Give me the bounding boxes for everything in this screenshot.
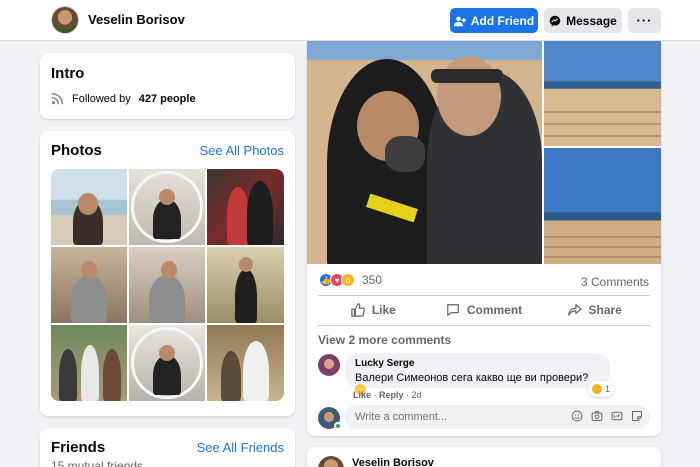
next-post-author-avatar[interactable] xyxy=(318,456,344,467)
add-person-icon xyxy=(453,16,466,26)
mutual-friends-count[interactable]: 15 mutual friends xyxy=(51,459,143,467)
comments-count[interactable]: 3 Comments xyxy=(581,275,649,289)
message-label: Message xyxy=(566,13,617,28)
more-icon: ··· xyxy=(636,13,653,28)
commenter-name[interactable]: Lucky Serge xyxy=(355,358,600,369)
comment-age: 2d xyxy=(411,390,422,400)
message-button[interactable]: Message xyxy=(544,8,622,33)
reaction-count: 350 xyxy=(362,273,383,287)
followed-by-prefix: Followed by xyxy=(72,92,131,105)
photos-card: Photos See All Photos xyxy=(40,131,295,416)
sticker-icon[interactable] xyxy=(631,410,643,422)
post-photo-selfie[interactable] xyxy=(307,41,542,264)
comment-reaction-pill[interactable]: 1 xyxy=(588,381,615,397)
see-all-friends-link[interactable]: See All Friends xyxy=(197,440,284,455)
comment-text: Валери Симеонов сега какво ще ви провери… xyxy=(355,372,589,384)
thumbs-up-icon xyxy=(351,303,365,317)
messenger-icon xyxy=(549,15,561,26)
intro-card: Intro Followed by 427 people xyxy=(40,53,295,119)
rss-icon xyxy=(51,92,64,105)
share-button[interactable]: Share xyxy=(539,297,650,323)
divider xyxy=(318,325,650,326)
comment-icon xyxy=(446,304,459,316)
followed-by-row: Followed by 427 people xyxy=(51,92,196,105)
photo-thumbnail[interactable] xyxy=(129,169,205,245)
post-photo-beach-2[interactable] xyxy=(544,148,661,264)
post-card: 👍 ♥ o 350 3 Comments Like Comment Share … xyxy=(307,41,661,436)
next-post-card: Veselin Borisov xyxy=(307,447,661,467)
see-all-photos-link[interactable]: See All Photos xyxy=(199,143,284,158)
view-more-comments-link[interactable]: View 2 more comments xyxy=(318,333,451,347)
photo-thumbnail[interactable] xyxy=(129,247,205,323)
like-button[interactable]: Like xyxy=(318,297,429,323)
comment-label: Comment xyxy=(466,303,523,317)
photo-thumbnail[interactable] xyxy=(207,247,284,323)
comment-button[interactable]: Comment xyxy=(429,297,540,323)
post-actions: Like Comment Share xyxy=(318,297,650,323)
intro-title: Intro xyxy=(51,65,85,82)
photos-title: Photos xyxy=(51,142,102,159)
followed-by-count[interactable]: 427 people xyxy=(139,93,196,105)
post-photo-beach-1[interactable] xyxy=(544,41,661,146)
profile-header-bar: Veselin Borisov Add Friend Message ··· xyxy=(0,0,700,41)
wow-reaction-icon xyxy=(592,384,602,394)
reaction-summary[interactable]: 👍 ♥ o 350 xyxy=(319,273,382,287)
photo-thumbnail[interactable] xyxy=(207,325,284,401)
photo-thumbnail[interactable] xyxy=(51,247,127,323)
like-label: Like xyxy=(371,303,396,317)
photo-thumbnail[interactable] xyxy=(51,169,127,245)
comment-bubble: Lucky Serge Валери Симеонов сега какво щ… xyxy=(345,353,610,395)
comment-like-link[interactable]: Like xyxy=(353,390,371,400)
camera-icon[interactable] xyxy=(591,410,603,422)
photo-grid xyxy=(51,169,284,401)
online-status-icon xyxy=(334,422,342,430)
divider xyxy=(318,295,650,296)
profile-avatar[interactable] xyxy=(51,6,79,34)
photo-thumbnail[interactable] xyxy=(129,325,205,401)
post-photo-collage xyxy=(307,41,661,264)
photo-thumbnail[interactable] xyxy=(207,169,284,245)
add-friend-label: Add Friend xyxy=(470,13,535,28)
share-icon xyxy=(567,304,582,316)
wow-reaction-icon: o xyxy=(341,273,355,287)
share-label: Share xyxy=(588,303,622,317)
friends-title: Friends xyxy=(51,439,106,456)
comment-input-tools xyxy=(571,410,643,422)
emoji-icon[interactable] xyxy=(571,410,583,422)
gif-icon[interactable] xyxy=(611,410,623,422)
commenter-avatar[interactable] xyxy=(318,354,340,376)
add-friend-button[interactable]: Add Friend xyxy=(450,8,538,33)
comment-meta: Like · Reply · 2d xyxy=(353,390,422,400)
next-post-author-name[interactable]: Veselin Borisov xyxy=(352,457,434,467)
profile-name[interactable]: Veselin Borisov xyxy=(88,12,185,27)
more-options-button[interactable]: ··· xyxy=(628,8,661,33)
friends-card: Friends See All Friends 15 mutual friend… xyxy=(40,428,295,467)
comment-reply-link[interactable]: Reply xyxy=(379,390,404,400)
comment-reaction-count: 1 xyxy=(605,384,611,394)
photo-thumbnail[interactable] xyxy=(51,325,127,401)
